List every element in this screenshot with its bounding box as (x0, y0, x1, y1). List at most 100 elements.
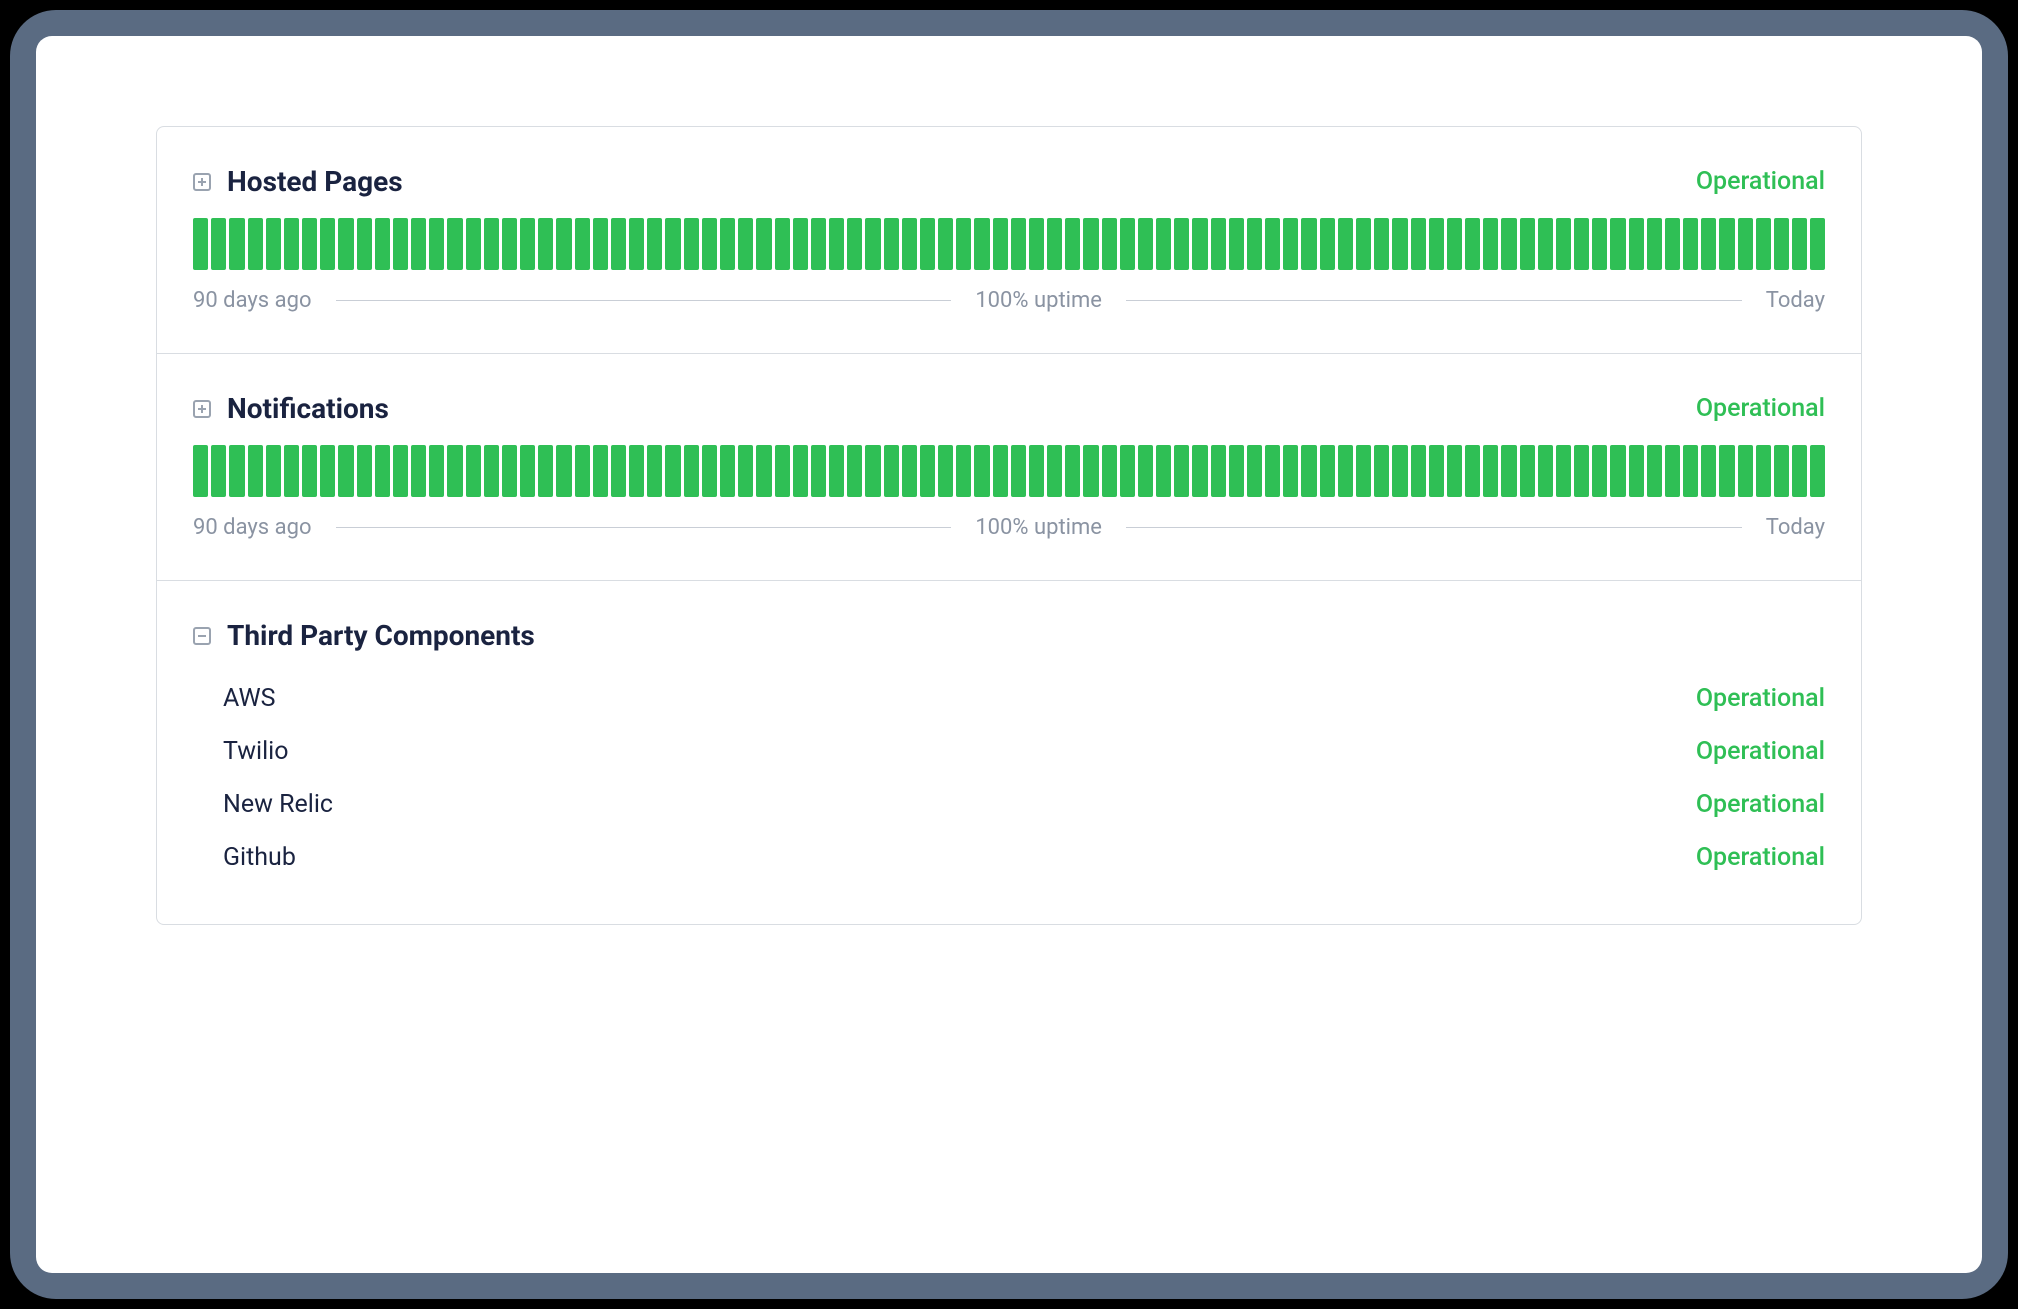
uptime-bar[interactable] (1392, 218, 1407, 270)
uptime-bar[interactable] (956, 218, 971, 270)
uptime-bar[interactable] (1102, 218, 1117, 270)
uptime-bar[interactable] (1556, 218, 1571, 270)
uptime-bar[interactable] (1447, 445, 1462, 497)
uptime-bar[interactable] (738, 445, 753, 497)
uptime-bar[interactable] (1683, 218, 1698, 270)
uptime-bar[interactable] (593, 218, 608, 270)
uptime-bar[interactable] (775, 218, 790, 270)
uptime-bar[interactable] (611, 445, 626, 497)
uptime-bar[interactable] (1138, 445, 1153, 497)
uptime-bar[interactable] (484, 218, 499, 270)
uptime-bar[interactable] (302, 445, 317, 497)
uptime-bar[interactable] (811, 218, 826, 270)
uptime-bar[interactable] (248, 218, 263, 270)
uptime-bar[interactable] (756, 218, 771, 270)
uptime-bar[interactable] (702, 218, 717, 270)
uptime-bar[interactable] (375, 445, 390, 497)
uptime-bar[interactable] (556, 445, 571, 497)
uptime-bar[interactable] (1338, 218, 1353, 270)
collapse-icon[interactable] (193, 627, 211, 645)
uptime-bar[interactable] (993, 218, 1008, 270)
uptime-bar[interactable] (1701, 218, 1716, 270)
uptime-bar[interactable] (1102, 445, 1117, 497)
uptime-bar[interactable] (1774, 445, 1789, 497)
uptime-bar[interactable] (284, 445, 299, 497)
uptime-bar[interactable] (1265, 445, 1280, 497)
uptime-bar[interactable] (829, 218, 844, 270)
uptime-bar[interactable] (884, 445, 899, 497)
uptime-bar[interactable] (902, 218, 917, 270)
uptime-bar[interactable] (429, 445, 444, 497)
uptime-bar[interactable] (1629, 445, 1644, 497)
uptime-bar[interactable] (375, 218, 390, 270)
uptime-bar[interactable] (1592, 445, 1607, 497)
uptime-bar[interactable] (629, 218, 644, 270)
uptime-bar[interactable] (1592, 218, 1607, 270)
uptime-bar[interactable] (1538, 445, 1553, 497)
uptime-bar[interactable] (1192, 218, 1207, 270)
uptime-bar[interactable] (793, 218, 808, 270)
uptime-bar[interactable] (248, 445, 263, 497)
uptime-bar[interactable] (502, 218, 517, 270)
uptime-bar[interactable] (1574, 218, 1589, 270)
uptime-bar[interactable] (1483, 445, 1498, 497)
uptime-bar[interactable] (1810, 445, 1825, 497)
uptime-bar[interactable] (1465, 445, 1480, 497)
uptime-bar[interactable] (1610, 445, 1625, 497)
uptime-bar[interactable] (1211, 218, 1226, 270)
uptime-bar[interactable] (411, 445, 426, 497)
uptime-bar[interactable] (1374, 445, 1389, 497)
uptime-bar[interactable] (575, 218, 590, 270)
uptime-bar[interactable] (1719, 445, 1734, 497)
uptime-bar[interactable] (193, 218, 208, 270)
uptime-bar[interactable] (266, 445, 281, 497)
uptime-bar[interactable] (974, 218, 989, 270)
uptime-bar[interactable] (665, 445, 680, 497)
uptime-bar[interactable] (1629, 218, 1644, 270)
uptime-bar[interactable] (1665, 218, 1680, 270)
uptime-bar[interactable] (1156, 445, 1171, 497)
uptime-bar[interactable] (338, 445, 353, 497)
uptime-bar[interactable] (1356, 218, 1371, 270)
uptime-bar[interactable] (1120, 445, 1135, 497)
uptime-bar[interactable] (720, 445, 735, 497)
uptime-bar[interactable] (938, 218, 953, 270)
uptime-bar[interactable] (1029, 445, 1044, 497)
uptime-bar[interactable] (1247, 218, 1262, 270)
uptime-bar[interactable] (1556, 445, 1571, 497)
uptime-bar[interactable] (556, 218, 571, 270)
uptime-bar[interactable] (684, 218, 699, 270)
uptime-bar[interactable] (1465, 218, 1480, 270)
uptime-bar[interactable] (357, 218, 372, 270)
uptime-bar[interactable] (211, 218, 226, 270)
uptime-bar[interactable] (320, 445, 335, 497)
uptime-bar[interactable] (1665, 445, 1680, 497)
uptime-bar[interactable] (1138, 218, 1153, 270)
uptime-bar[interactable] (520, 445, 535, 497)
uptime-bar[interactable] (1501, 218, 1516, 270)
uptime-bar[interactable] (1320, 445, 1335, 497)
uptime-bar[interactable] (1247, 445, 1262, 497)
uptime-bar[interactable] (611, 218, 626, 270)
uptime-bar[interactable] (1265, 218, 1280, 270)
uptime-bar[interactable] (1301, 218, 1316, 270)
uptime-bar[interactable] (684, 445, 699, 497)
uptime-bar[interactable] (1792, 218, 1807, 270)
uptime-bar[interactable] (884, 218, 899, 270)
uptime-bar[interactable] (338, 218, 353, 270)
uptime-bar[interactable] (647, 445, 662, 497)
uptime-bar[interactable] (302, 218, 317, 270)
uptime-bar[interactable] (738, 218, 753, 270)
uptime-bar[interactable] (1738, 218, 1753, 270)
uptime-bar[interactable] (466, 218, 481, 270)
uptime-bar[interactable] (1774, 218, 1789, 270)
uptime-bar[interactable] (520, 218, 535, 270)
uptime-bar[interactable] (1647, 218, 1662, 270)
uptime-bar[interactable] (266, 218, 281, 270)
uptime-bar[interactable] (1356, 445, 1371, 497)
uptime-bar[interactable] (229, 218, 244, 270)
uptime-bar[interactable] (956, 445, 971, 497)
expand-icon[interactable] (193, 400, 211, 418)
uptime-bar[interactable] (1083, 218, 1098, 270)
uptime-bar[interactable] (484, 445, 499, 497)
